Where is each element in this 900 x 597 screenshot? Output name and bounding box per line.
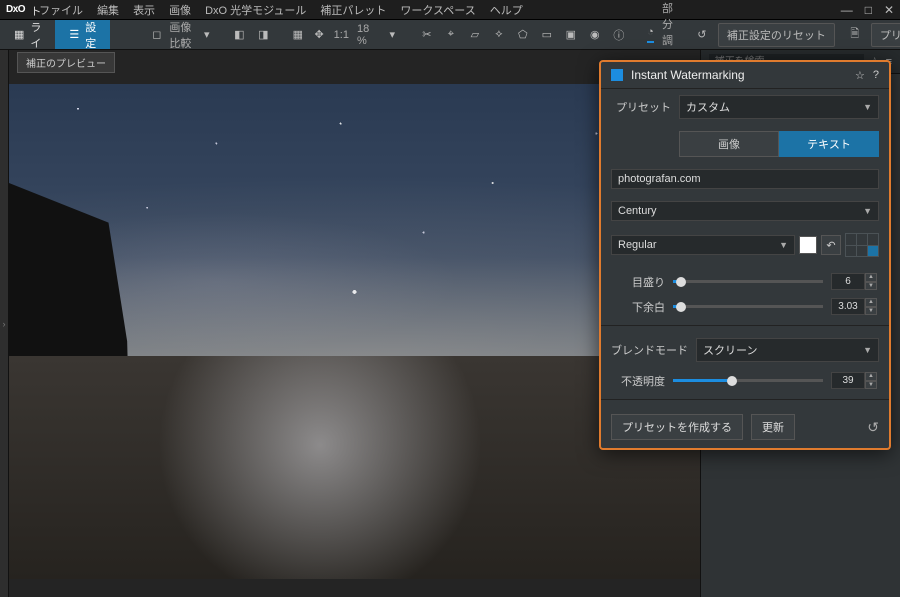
compare-label[interactable]: 画像比較 — [169, 19, 194, 51]
tab-text-button[interactable]: テキスト — [779, 131, 879, 157]
opacity-value-input[interactable] — [831, 372, 865, 389]
window-maximize-button[interactable]: □ — [865, 3, 872, 17]
path-tool-icon[interactable]: ⟡ — [491, 27, 507, 43]
mode-settings-label: 設定 — [85, 19, 96, 51]
info-icon[interactable]: ⓘ — [611, 27, 627, 43]
watermark-overlay: photografan.com — [306, 523, 403, 539]
image-viewer[interactable]: 補正のプレビュー photografan.com — [9, 50, 700, 597]
local-adjust-icon[interactable]: ◔ — [647, 27, 654, 43]
app-logo: DxO — [6, 4, 25, 15]
scale-step-down[interactable]: ▼ — [865, 282, 877, 291]
photo-preview: photografan.com — [9, 84, 700, 579]
menu-image[interactable]: 画像 — [169, 2, 191, 18]
opacity-step-down[interactable]: ▼ — [865, 381, 877, 390]
blend-mode-value: スクリーン — [703, 342, 757, 358]
reset-icon: ↺ — [694, 27, 710, 43]
tab-image-button[interactable]: 画像 — [679, 131, 779, 157]
font-style-select[interactable]: Regular ▼ — [611, 235, 795, 255]
split-left-icon[interactable]: ◧ — [231, 27, 247, 43]
chevron-down-icon: ▼ — [863, 206, 872, 216]
opacity-label: 不透明度 — [611, 373, 665, 389]
menu-workspace[interactable]: ワークスペース — [400, 2, 475, 18]
grid-toggle-icon[interactable]: ▦ — [291, 27, 304, 43]
window-minimize-button[interactable]: — — [841, 3, 853, 17]
main-menu: ファイル 編集 表示 画像 DxO 光学モジュール 補正パレット ワークスペース… — [39, 2, 523, 18]
scale-value-input[interactable] — [831, 273, 865, 290]
chevron-down-icon: ▼ — [863, 102, 872, 112]
font-family-select[interactable]: Century ▼ — [611, 201, 879, 221]
margin-slider[interactable] — [673, 305, 823, 308]
sliders-icon: ☰ — [69, 28, 79, 41]
margin-step-up[interactable]: ▲ — [865, 298, 877, 307]
reset-corrections-button[interactable]: 補正設定のリセット — [718, 23, 835, 47]
menu-edit[interactable]: 編集 — [97, 2, 119, 18]
panel-help-icon[interactable]: ? — [873, 69, 879, 81]
color-swatch[interactable] — [799, 236, 817, 254]
menu-file[interactable]: ファイル — [39, 2, 83, 18]
perspective-tool-icon[interactable]: ▱ — [467, 27, 483, 43]
watermark-text-input[interactable]: photografan.com — [611, 169, 879, 189]
frame-tool-icon[interactable]: ▣ — [563, 27, 579, 43]
apply-preset-button[interactable]: プリセット適用 — [871, 23, 900, 47]
opacity-slider[interactable] — [673, 379, 823, 382]
chevron-down-icon: ▼ — [863, 345, 872, 355]
image-canvas[interactable]: photografan.com — [9, 84, 700, 579]
eye-preview-icon[interactable]: ◉ — [587, 27, 603, 43]
font-style-value: Regular — [618, 239, 657, 251]
menu-optical-module[interactable]: DxO 光学モジュール — [205, 2, 306, 18]
panel-reset-icon[interactable]: ↺ — [867, 419, 879, 436]
scale-slider[interactable] — [673, 280, 823, 283]
dropdown-caret-icon[interactable]: ▾ — [202, 27, 211, 43]
opacity-step-up[interactable]: ▲ — [865, 372, 877, 381]
mode-library-button[interactable]: ▦ フォトライブラリ — [0, 20, 55, 49]
watermark-panel: Instant Watermarking ☆ ? プリセット カスタム ▼ 画像… — [599, 60, 891, 450]
update-preset-button[interactable]: 更新 — [751, 414, 795, 440]
scale-step-up[interactable]: ▲ — [865, 273, 877, 282]
create-preset-button[interactable]: プリセットを作成する — [611, 414, 743, 440]
revert-color-button[interactable]: ↶ — [821, 235, 841, 255]
blend-mode-select[interactable]: スクリーン ▼ — [696, 338, 879, 362]
menu-view[interactable]: 表示 — [133, 2, 155, 18]
panel-favorite-icon[interactable]: ☆ — [855, 69, 865, 82]
main-toolbar: ▦ フォトライブラリ ☰ 設定 ◻ 画像比較 ▾ ◧ ◨ ▦ ✥ 1:1 18 … — [0, 20, 900, 50]
watermark-enable-toggle[interactable] — [611, 69, 623, 81]
crop-tool-icon[interactable]: ✂ — [419, 27, 435, 43]
scale-label: 目盛り — [611, 274, 665, 290]
zoom-ratio-label[interactable]: 1:1 — [334, 29, 349, 41]
position-grid[interactable] — [845, 233, 879, 257]
preview-tag: 補正のプレビュー — [17, 52, 115, 73]
panel-title: Instant Watermarking — [631, 68, 847, 82]
preset-select-value: カスタム — [686, 99, 730, 115]
blend-label: ブレンドモード — [611, 342, 688, 358]
rectangle-tool-icon[interactable]: ▭ — [539, 27, 555, 43]
preset-label: プリセット — [611, 99, 671, 115]
zoom-percent-label[interactable]: 18 % — [357, 23, 378, 47]
grid-icon: ▦ — [14, 28, 24, 41]
split-right-icon[interactable]: ◨ — [255, 27, 271, 43]
move-tool-icon[interactable]: ✥ — [312, 27, 325, 43]
dropdown-caret-icon[interactable]: ▾ — [386, 27, 399, 43]
font-family-value: Century — [618, 205, 657, 217]
margin-label: 下余白 — [611, 299, 665, 315]
menu-palette[interactable]: 補正パレット — [320, 2, 386, 18]
preset-select[interactable]: カスタム ▼ — [679, 95, 879, 119]
photo-stars — [9, 84, 700, 579]
left-panel-toggle[interactable]: › — [0, 50, 9, 597]
single-view-icon[interactable]: ◻ — [152, 27, 161, 43]
margin-value-input[interactable] — [831, 298, 865, 315]
mode-settings-button[interactable]: ☰ 設定 — [55, 20, 110, 49]
title-bar: DxO ファイル 編集 表示 画像 DxO 光学モジュール 補正パレット ワーク… — [0, 0, 900, 20]
margin-step-down[interactable]: ▼ — [865, 307, 877, 316]
window-close-button[interactable]: ✕ — [884, 3, 894, 17]
menu-help[interactable]: ヘルプ — [490, 2, 523, 18]
polygon-tool-icon[interactable]: ⬠ — [515, 27, 531, 43]
chevron-down-icon: ▼ — [779, 240, 788, 250]
horizon-tool-icon[interactable]: ⌖ — [443, 27, 459, 43]
preset-icon: 🗎 — [847, 27, 863, 43]
